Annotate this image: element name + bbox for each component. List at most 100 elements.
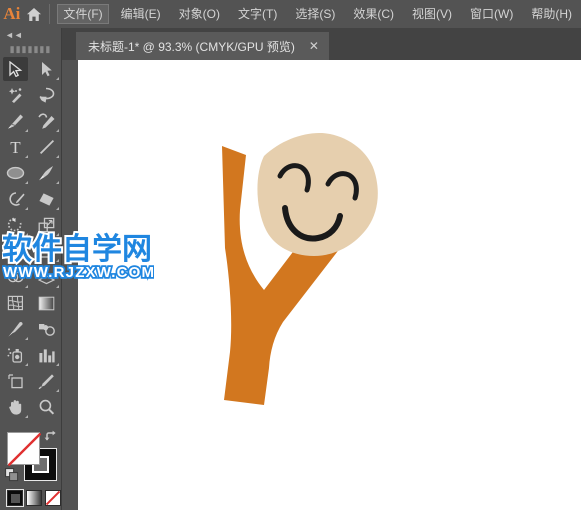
paintbrush-icon xyxy=(38,165,55,181)
ellipse-tool[interactable] xyxy=(0,160,31,186)
artwork-smiling-branch xyxy=(222,132,378,405)
line-diagonal-icon xyxy=(39,139,55,155)
tools-panel: ◄◄ ▮▮▮▮▮▮▮ T xyxy=(0,28,62,510)
flyout-indicator xyxy=(56,181,59,184)
flyout-indicator xyxy=(25,233,28,236)
none-slash-icon xyxy=(8,433,41,466)
rotate-tool[interactable] xyxy=(0,212,31,238)
flyout-indicator xyxy=(56,233,59,236)
gradient-mode-button[interactable] xyxy=(26,490,42,506)
menu-item-list: 文件(F) 编辑(E) 对象(O) 文字(T) 选择(S) 效果(C) 视图(V… xyxy=(54,0,581,28)
slice-tool[interactable] xyxy=(31,368,62,394)
swap-fill-stroke-icon[interactable] xyxy=(44,430,58,449)
default-fill-stroke-icon[interactable] xyxy=(5,468,19,487)
type-T-icon: T xyxy=(8,139,23,155)
tool-grid: T xyxy=(0,56,61,420)
width-icon xyxy=(8,243,24,259)
column-graph-tool[interactable] xyxy=(31,342,62,368)
panel-collapse-icon[interactable]: ◄◄ xyxy=(0,28,61,42)
flyout-indicator xyxy=(56,155,59,158)
color-mode-button[interactable] xyxy=(7,490,23,506)
home-icon[interactable] xyxy=(24,0,45,28)
document-tab[interactable]: 未标题-1* @ 93.3% (CMYK/GPU 预览) ✕ xyxy=(76,32,329,60)
menu-item-select[interactable]: 选择(S) xyxy=(289,4,341,24)
mesh-tool[interactable] xyxy=(0,290,31,316)
app-logo: Ai xyxy=(3,4,21,23)
menu-bar: Ai 文件(F) 编辑(E) 对象(O) 文字(T) 选择(S) 效果(C) 视… xyxy=(0,0,581,28)
symbol-sprayer-tool[interactable] xyxy=(0,342,31,368)
shaper-pencil-icon xyxy=(7,191,25,207)
flyout-indicator xyxy=(25,337,28,340)
color-mode-buttons xyxy=(7,490,61,506)
scale-icon xyxy=(38,217,55,233)
flyout-indicator xyxy=(25,259,28,262)
blend-icon xyxy=(38,322,56,337)
slice-knife-icon xyxy=(38,373,55,389)
none-slash-small-icon xyxy=(46,491,60,505)
menu-item-view[interactable]: 视图(V) xyxy=(406,4,458,24)
type-tool[interactable]: T xyxy=(0,134,31,160)
flyout-indicator xyxy=(25,181,28,184)
flyout-indicator xyxy=(56,207,59,210)
direct-selection-tool[interactable] xyxy=(31,56,62,82)
shape-builder-tool[interactable] xyxy=(0,264,31,290)
flyout-indicator xyxy=(25,363,28,366)
gradient-icon xyxy=(38,296,55,311)
menu-item-window[interactable]: 窗口(W) xyxy=(464,4,519,24)
menu-item-file[interactable]: 文件(F) xyxy=(57,4,109,24)
eraser-icon xyxy=(38,192,55,207)
pen-tool[interactable] xyxy=(0,108,31,134)
none-mode-button[interactable] xyxy=(45,490,61,506)
artboard-icon xyxy=(7,373,24,389)
scale-tool[interactable] xyxy=(31,212,62,238)
bar-graph-icon xyxy=(38,348,55,363)
flyout-indicator xyxy=(56,285,59,288)
lasso-tool[interactable] xyxy=(31,82,62,108)
menu-item-object[interactable]: 对象(O) xyxy=(173,4,226,24)
hand-icon xyxy=(7,399,24,415)
perspective-grid-tool[interactable] xyxy=(31,264,62,290)
illustrator-window: Ai 文件(F) 编辑(E) 对象(O) 文字(T) 选择(S) 效果(C) 视… xyxy=(0,0,581,510)
menu-item-type[interactable]: 文字(T) xyxy=(232,4,283,24)
eraser-tool[interactable] xyxy=(31,186,62,212)
close-icon[interactable]: ✕ xyxy=(309,39,319,53)
ellipse-icon xyxy=(6,166,25,180)
curvature-tool[interactable] xyxy=(31,108,62,134)
flyout-indicator xyxy=(25,415,28,418)
mesh-icon xyxy=(7,295,24,311)
flyout-indicator xyxy=(25,207,28,210)
selection-tool[interactable] xyxy=(0,56,31,82)
lasso-icon xyxy=(38,87,55,103)
canvas-area[interactable] xyxy=(78,60,581,510)
flyout-indicator xyxy=(25,129,28,132)
width-tool[interactable] xyxy=(0,238,31,264)
panel-drag-grip[interactable]: ▮▮▮▮▮▮▮ xyxy=(0,42,61,56)
flyout-indicator xyxy=(56,389,59,392)
paintbrush-tool[interactable] xyxy=(31,160,62,186)
line-segment-tool[interactable] xyxy=(31,134,62,160)
magnifier-icon xyxy=(38,399,55,415)
zoom-tool[interactable] xyxy=(31,394,62,420)
flyout-indicator xyxy=(56,77,59,80)
fill-stroke-swatches xyxy=(0,428,62,490)
magic-wand-tool[interactable] xyxy=(0,82,31,108)
free-transform-tool[interactable] xyxy=(31,238,62,264)
menu-item-edit[interactable]: 编辑(E) xyxy=(115,4,167,24)
menu-item-help[interactable]: 帮助(H) xyxy=(525,4,578,24)
shape-builder-icon xyxy=(7,269,24,285)
eyedropper-tool[interactable] xyxy=(0,316,31,342)
free-transform-icon xyxy=(38,243,55,259)
menu-separator xyxy=(48,4,50,24)
hand-tool[interactable] xyxy=(0,394,31,420)
artboard-tool[interactable] xyxy=(0,368,31,394)
eyedropper-icon xyxy=(7,321,24,337)
shaper-tool[interactable] xyxy=(0,186,31,212)
menu-item-effect[interactable]: 效果(C) xyxy=(347,4,400,24)
blend-tool[interactable] xyxy=(31,316,62,342)
document-tab-title: 未标题-1* @ 93.3% (CMYK/GPU 预览) xyxy=(88,39,295,54)
flyout-indicator xyxy=(56,259,59,262)
symbol-sprayer-icon xyxy=(7,347,24,363)
gradient-tool[interactable] xyxy=(31,290,62,316)
fill-swatch[interactable] xyxy=(7,432,41,466)
flyout-indicator xyxy=(25,285,28,288)
